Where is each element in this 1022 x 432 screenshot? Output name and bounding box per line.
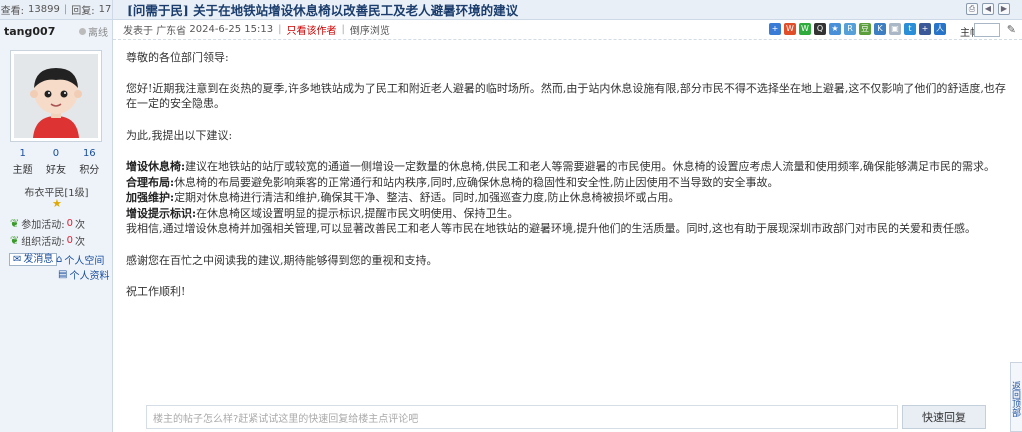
stat-topics[interactable]: 1 主题 xyxy=(13,148,33,176)
activity-org-label: 组织活动: xyxy=(21,237,65,248)
envelope-icon: ✉ xyxy=(13,254,22,265)
stat-points[interactable]: 16 积分 xyxy=(79,148,99,176)
share-douban-icon[interactable]: 豆 xyxy=(859,23,871,35)
share-tweet-icon[interactable]: t xyxy=(904,23,916,35)
user-row: tang007 离线 xyxy=(0,20,112,42)
views-count: 13899 xyxy=(28,4,60,15)
prev-thread-icon[interactable]: ◀ xyxy=(982,3,994,15)
author-stats: 1 主题 0 好友 16 积分 xyxy=(6,148,106,176)
activity-joined-unit: 次 xyxy=(74,220,85,231)
next-thread-icon[interactable]: ▶ xyxy=(998,3,1010,15)
post-info-bar: 发表于 广东省 2024-6-25 15:13 | 只看该作者 | 倒序浏览 +… xyxy=(113,20,1022,40)
paragraph-proposal: 为此,我提出以下建议: xyxy=(126,128,233,142)
avatar-cartoon-icon xyxy=(17,58,95,138)
activity-organized: ❦ 组织活动: 0 次 xyxy=(10,233,85,248)
post-content: 尊敬的各位部门领导: 您好!近期我注意到在炎热的夏季,许多地铁站成为了民工和附近… xyxy=(126,40,1010,300)
thread-title: [问需于民] 关于在地铁站增设休息椅以改善民工及老人避暑环境的建议 xyxy=(127,3,519,18)
personal-space-label: 个人空间 xyxy=(64,256,105,267)
activity-joined-count: 0 xyxy=(66,218,73,229)
print-icon[interactable]: ⎙ xyxy=(966,3,978,15)
suggestion-1: 增设休息椅:建议在地铁站的站厅或较宽的通道一侧增设一定数量的休息椅,供民工和老人… xyxy=(126,159,1010,175)
quick-reply-button[interactable]: 快速回复 xyxy=(902,405,986,429)
replies-count: 17 xyxy=(98,4,112,15)
suggestion-1-text: 建议在地铁站的站厅或较宽的通道一侧增设一定数量的休息椅,供民工和老人等需要避暑的… xyxy=(185,160,996,173)
suggestion-2-text: 休息椅的布局要避免影响乘客的正常通行和站内秩序,同时,应确保休息椅的稳固性和安全… xyxy=(174,175,779,189)
leaf-icon: ❦ xyxy=(10,234,20,247)
activity-joined-label: 参加活动: xyxy=(21,220,65,231)
share-icons: + W W Q ★ R 豆 K ▣ t + 人 xyxy=(769,23,946,35)
reverse-view-link[interactable]: 倒序浏览 xyxy=(350,22,390,37)
post-location: 广东省 xyxy=(156,26,187,37)
share-wechat-icon[interactable]: W xyxy=(799,23,811,35)
suggestion-1-title: 增设休息椅: xyxy=(126,160,186,173)
suggestion-4-text: 在休息椅区域设置明显的提示标识,提醒市民文明使用、保持卫生。 xyxy=(196,206,519,220)
suggestion-3-title: 加强维护: xyxy=(126,191,175,204)
status-label: 离线 xyxy=(88,27,108,39)
thread-stats: 查看: 13899 | 回复: 17 xyxy=(0,0,113,20)
share-people-icon[interactable]: 人 xyxy=(934,23,946,35)
stat-friends-label: 好友 xyxy=(45,165,66,176)
stat-points-value: 16 xyxy=(82,148,96,159)
personal-profile-label: 个人资料 xyxy=(69,271,110,282)
stats-divider: | xyxy=(63,4,68,15)
suggestion-3-text: 定期对休息椅进行清洁和维护,确保其干净、整洁、舒适。同时,加强巡查力度,防止休息… xyxy=(174,191,680,204)
suggestion-4: 增设提示标识:在休息椅区域设置明显的提示标识,提醒市民文明使用、保持卫生。 xyxy=(126,206,1010,222)
avatar-image xyxy=(14,54,98,138)
activity-org-count: 0 xyxy=(66,235,73,246)
share-qq-icon[interactable]: Q xyxy=(814,23,826,35)
stat-friends[interactable]: 0 好友 xyxy=(46,148,66,176)
post-datetime: 2024-6-25 15:13 xyxy=(189,24,274,35)
quick-reply-placeholder: 楼主的帖子怎么样?赶紧试试这里的快速回复给楼主点评论吧 xyxy=(153,413,419,425)
online-status: 离线 xyxy=(79,24,108,39)
share-qzone-icon[interactable]: ★ xyxy=(829,23,841,35)
paragraph-thanks: 感谢您在百忙之中阅读我的建议,期待能够得到您的重视和支持。 xyxy=(126,253,438,267)
thread-title-bar: [问需于民] 关于在地铁站增设休息椅以改善民工及老人避暑环境的建议 ⎙ ◀ ▶ xyxy=(113,0,1022,20)
paragraph-conclusion: 我相信,通过增设休息椅并加强相关管理,可以显著改善民工和老人等市民在地铁站的避暑… xyxy=(126,222,976,235)
personal-space-link[interactable]: ⌂ 个人空间 xyxy=(56,252,104,267)
suggestion-2-title: 合理布局: xyxy=(126,175,175,189)
home-icon: ⌂ xyxy=(56,254,63,265)
title-tools: ⎙ ◀ ▶ xyxy=(966,3,1010,15)
wrench-icon[interactable]: ✎ xyxy=(1007,23,1016,36)
greeting: 尊敬的各位部门领导: xyxy=(126,51,229,64)
profile-icon: ▤ xyxy=(58,269,68,280)
suggestion-4-title: 增设提示标识: xyxy=(126,206,197,220)
author-only-link[interactable]: 只看该作者 xyxy=(287,22,337,37)
share-kaixin-icon[interactable]: K xyxy=(874,23,886,35)
back-to-top-button[interactable]: 返回顶部 xyxy=(1010,362,1022,432)
closing: 祝工作顺利! xyxy=(126,285,186,298)
stat-topics-value: 1 xyxy=(19,148,26,159)
activity-joined: ❦ 参加活动: 0 次 xyxy=(10,216,85,231)
activity-org-unit: 次 xyxy=(74,237,85,248)
replies-label: 回复: xyxy=(71,6,95,17)
share-more-icon[interactable]: + xyxy=(919,23,931,35)
views-label: 查看: xyxy=(0,6,25,17)
floor-jump-input[interactable] xyxy=(974,23,1000,37)
send-message-button[interactable]: ✉ 发消息 xyxy=(9,253,58,266)
suggestion-2: 合理布局:休息椅的布局要避免影响乘客的正常通行和站内秩序,同时,应确保休息椅的稳… xyxy=(126,175,1010,191)
avatar[interactable] xyxy=(10,50,102,142)
suggestion-3: 加强维护:定期对休息椅进行清洁和维护,确保其干净、整洁、舒适。同时,加强巡查力度… xyxy=(126,190,1010,206)
posted-prefix: 发表于 xyxy=(123,26,153,37)
author-sidebar: tang007 离线 1 主题 0 好友 16 积分 布衣平民[1级] ★ ❦ … xyxy=(0,20,113,432)
share-weibo-icon[interactable]: W xyxy=(784,23,796,35)
leaf-icon: ❦ xyxy=(10,217,20,230)
send-message-label: 发消息 xyxy=(23,254,54,265)
share-renren-icon[interactable]: R xyxy=(844,23,856,35)
offline-icon xyxy=(79,27,86,35)
share-plus-icon[interactable]: + xyxy=(769,23,781,35)
stat-topics-label: 主题 xyxy=(12,165,33,176)
paragraph-intro: 您好!近期我注意到在炎热的夏季,许多地铁站成为了民工和附近老人避暑的临时场所。然… xyxy=(126,81,1006,111)
personal-profile-link[interactable]: ▤ 个人资料 xyxy=(58,267,109,282)
quick-reply-input[interactable]: 楼主的帖子怎么样?赶紧试试这里的快速回复给楼主点评论吧 xyxy=(146,405,898,429)
rank-star-icon: ★ xyxy=(52,197,62,210)
stat-points-label: 积分 xyxy=(79,165,100,176)
stat-friends-value: 0 xyxy=(52,148,60,159)
share-copy-icon[interactable]: ▣ xyxy=(889,23,901,35)
author-username[interactable]: tang007 xyxy=(4,25,55,38)
